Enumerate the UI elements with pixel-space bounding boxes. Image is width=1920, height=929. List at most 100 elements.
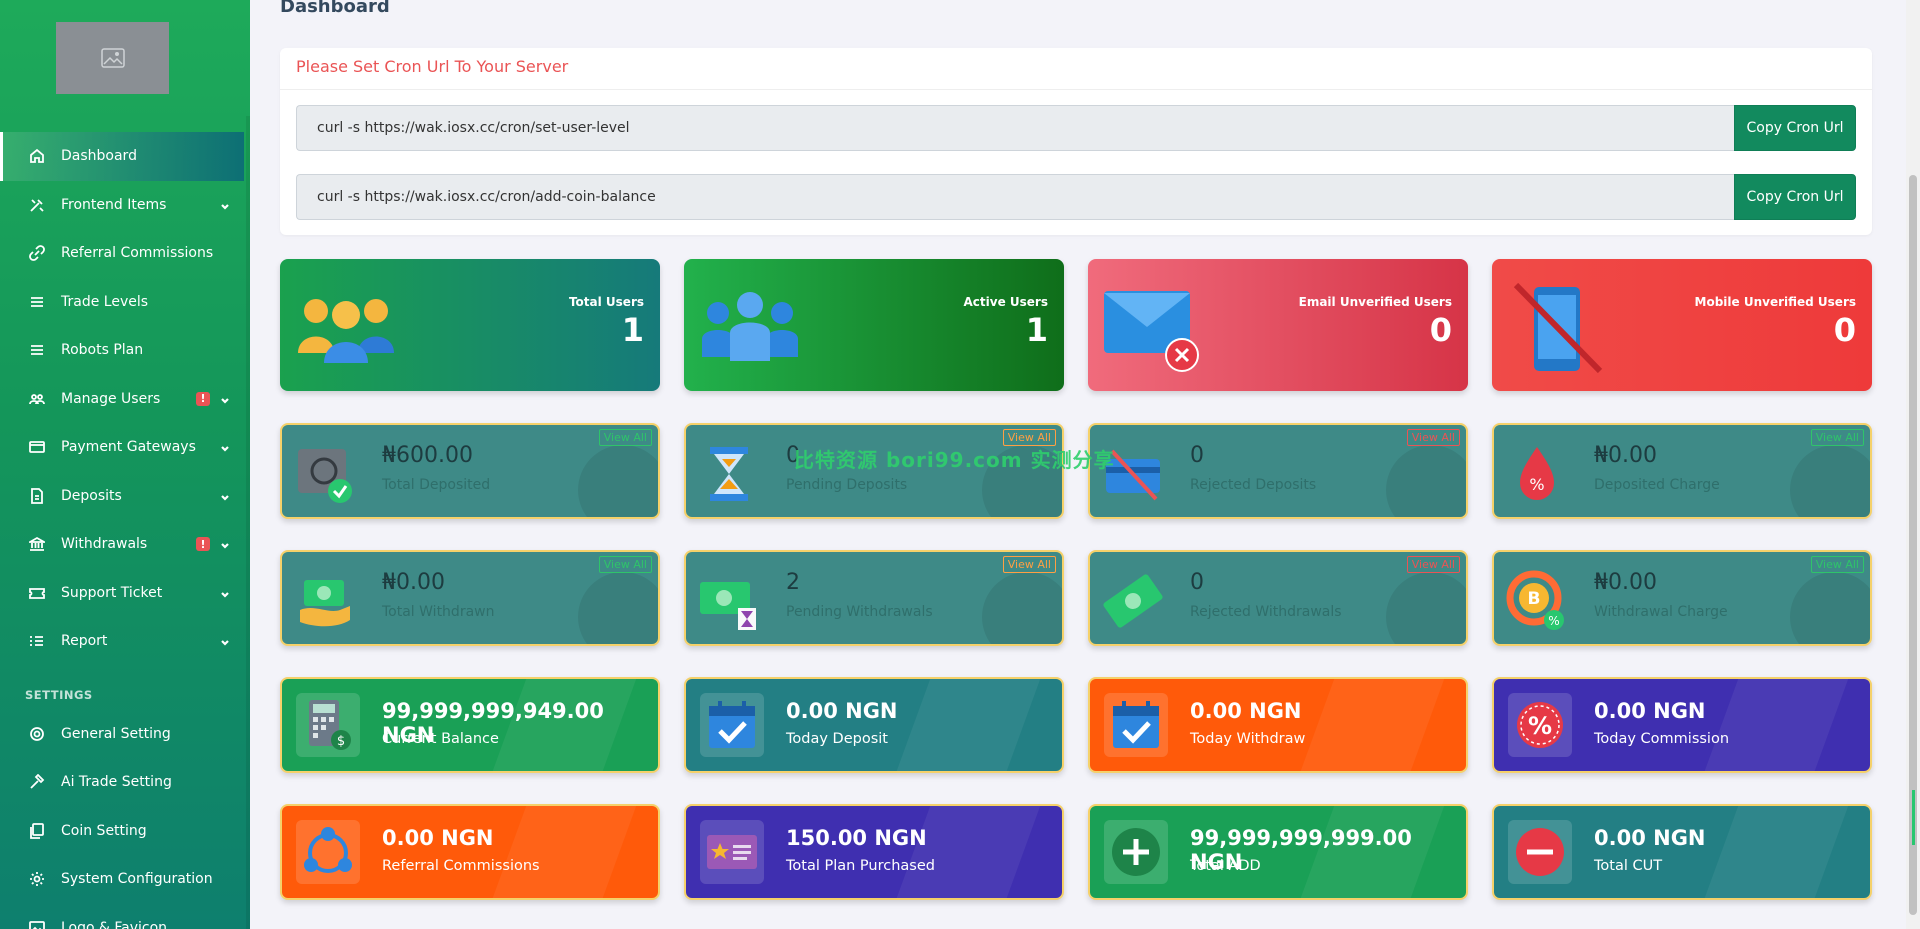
sidebar-item-trade-levels[interactable]: Trade Levels [0,278,250,327]
card-label: Total ADD [1190,858,1261,874]
today-commission-card[interactable]: % 0.00 NGN Today Commission [1492,677,1872,773]
copy-cron-url-button[interactable]: Copy Cron Url [1734,174,1856,220]
sidebar-item-manage-users[interactable]: Manage Users ! [0,375,250,424]
page-title: Dashboard [280,0,390,17]
cron-url-field[interactable]: curl -s https://wak.iosx.cc/cron/add-coi… [296,174,1734,220]
view-all-link[interactable]: View All [598,429,652,446]
sidebar-item-general-setting[interactable]: General Setting [0,710,250,759]
sidebar-item-logo-favicon[interactable]: Logo & Favicon [0,904,250,929]
card-background-decoration [1790,572,1870,644]
sidebar-item-label: Robots Plan [61,342,144,359]
deposited-charge-card[interactable]: % ₦0.00 Deposited Charge View All [1492,423,1872,519]
card-background-decoration [578,445,658,517]
pending-withdrawals-card[interactable]: 2 Pending Withdrawals View All [684,550,1064,646]
card-amount: 0.00 NGN [382,826,494,850]
withdrawal-charge-card[interactable]: B% ₦0.00 Withdrawal Charge View All [1492,550,1872,646]
icon-box [700,820,764,884]
sidebar-item-deposits[interactable]: Deposits [0,472,250,521]
logo-placeholder[interactable] [56,22,169,94]
card-label: Email Unverified Users [1298,295,1452,309]
scroll-indicator [1912,790,1915,845]
percent-badge-icon: % [1517,702,1563,748]
sidebar-item-system-configuration[interactable]: System Configuration [0,855,250,904]
card-value: 0 [1833,311,1856,349]
copy-cron-url-button[interactable]: Copy Cron Url [1734,105,1856,151]
hourglass-icon [710,447,748,501]
sidebar-scrollbar[interactable] [246,116,250,929]
safe-icon [298,449,352,503]
rejected-withdrawals-card[interactable]: 0 Rejected Withdrawals View All [1088,550,1468,646]
tools-icon [28,196,46,214]
rejected-deposits-card[interactable]: 0 Rejected Deposits View All [1088,423,1468,519]
watermark: 比特资源 bori99.com 实测分享 [794,448,1115,472]
total-withdrawn-card[interactable]: ₦0.00 Total Withdrawn View All [280,550,660,646]
sidebar-item-label: System Configuration [61,871,213,888]
sidebar-item-label: Ai Trade Setting [61,774,172,791]
list-ol-icon [28,632,46,650]
bitcoin-percent-icon: B% [1506,570,1564,630]
mobile-unverified-users-card[interactable]: Mobile Unverified Users 0 [1492,259,1872,391]
cron-url-field[interactable]: curl -s https://wak.iosx.cc/cron/set-use… [296,105,1734,151]
list-icon [28,341,46,359]
users-icon [28,390,46,408]
total-plan-purchased-card[interactable]: 150.00 NGN Total Plan Purchased [684,804,1064,900]
svg-text:%: % [1529,475,1544,494]
page-scrollbar[interactable] [1906,0,1920,929]
chevron-down-icon [220,200,230,210]
sidebar-item-support-ticket[interactable]: Support Ticket [0,569,250,618]
view-all-link[interactable]: View All [1810,429,1864,446]
sidebar-item-label: Referral Commissions [61,245,214,262]
total-users-card[interactable]: Total Users 1 [280,259,660,391]
file-icon [28,487,46,505]
view-all-link[interactable]: View All [598,556,652,573]
view-all-link[interactable]: View All [1810,556,1864,573]
today-withdraw-card[interactable]: 0.00 NGN Today Withdraw [1088,677,1468,773]
sidebar-item-robots-plan[interactable]: Robots Plan [0,326,250,375]
sidebar-item-referral-commissions[interactable]: Referral Commissions [0,229,250,278]
active-users-card[interactable]: Active Users 1 [684,259,1064,391]
chevron-down-icon [220,394,230,404]
star-card-icon [707,835,757,869]
card-label: Pending Withdrawals [786,604,933,620]
sidebar-item-withdrawals[interactable]: Withdrawals ! [0,520,250,569]
card-amount: 2 [786,570,800,595]
total-cut-card[interactable]: 0.00 NGN Total CUT [1492,804,1872,900]
chevron-down-icon [220,442,230,452]
card-stripe-decoration [886,679,1048,771]
life-ring-icon [28,725,46,743]
card-background-decoration [1790,445,1870,517]
sidebar-item-coin-setting[interactable]: Coin Setting [0,807,250,856]
card-label: Today Commission [1594,731,1730,747]
view-all-link[interactable]: View All [1406,556,1460,573]
card-amount: ₦0.00 [1594,443,1657,468]
card-stripe-decoration [1694,806,1856,898]
sidebar-item-frontend-items[interactable]: Frontend Items [0,181,250,230]
hand-money-icon [300,580,350,627]
sidebar-item-payment-gateways[interactable]: Payment Gateways [0,423,250,472]
icon-box: % [1508,693,1572,757]
email-unverified-users-card[interactable]: Email Unverified Users 0 [1088,259,1468,391]
total-add-card[interactable]: 99,999,999,999.00 NGN Total ADD [1088,804,1468,900]
icon-box: $ [296,693,360,757]
card-label: Total Deposited [382,477,491,493]
total-deposited-card[interactable]: ₦600.00 Total Deposited View All [280,423,660,519]
sidebar-item-dashboard[interactable]: Dashboard [0,132,244,181]
sidebar-item-ai-trade-setting[interactable]: Ai Trade Setting [0,758,250,807]
sidebar-item-report[interactable]: Report [0,617,250,666]
today-deposit-card[interactable]: 0.00 NGN Today Deposit [684,677,1064,773]
plus-circle-icon [1112,828,1160,876]
sidebar-item-label: Trade Levels [61,293,149,310]
image-icon [100,48,125,68]
view-all-link[interactable]: View All [1002,556,1056,573]
card-label: Referral Commissions [382,858,540,874]
cron-row: curl -s https://wak.iosx.cc/cron/set-use… [296,105,1856,151]
sidebar-section-settings: SETTINGS [25,687,93,702]
sidebar-item-label: Withdrawals [61,536,148,553]
card-label: Total Users [568,295,644,309]
view-all-link[interactable]: View All [1406,429,1460,446]
referral-commissions-card[interactable]: 0.00 NGN Referral Commissions [280,804,660,900]
current-balance-card[interactable]: $ 99,999,999,949.00 NGN Current Balance [280,677,660,773]
money-rejected-icon [1103,574,1163,628]
card-label: Rejected Deposits [1190,477,1317,493]
email-unverified-icon [1104,291,1199,372]
